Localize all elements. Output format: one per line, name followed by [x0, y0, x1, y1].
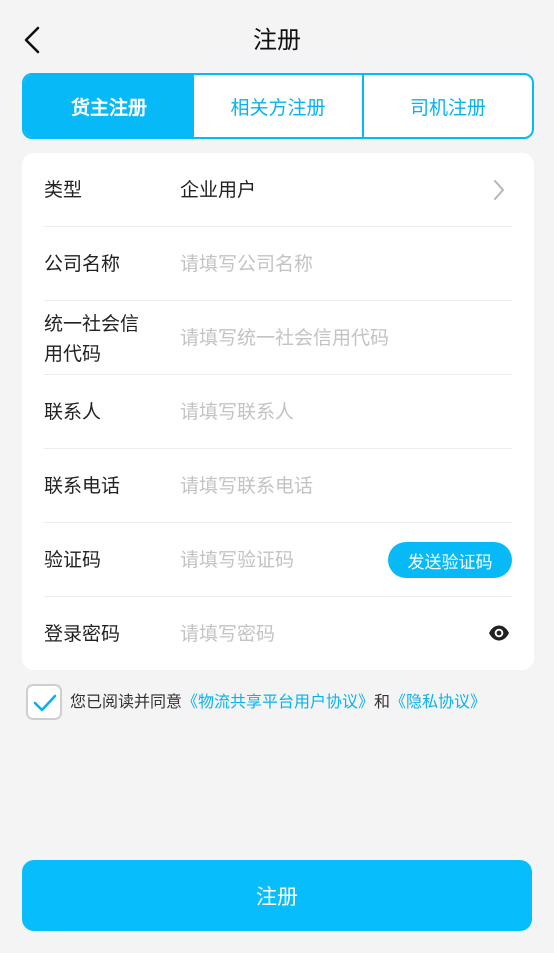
contact-label: 联系人 [44, 401, 102, 423]
contact-input[interactable] [180, 391, 450, 433]
chevron-right-icon [494, 180, 504, 200]
credit-code-input[interactable] [180, 317, 450, 359]
register-type-tabs: 货主注册 相关方注册 司机注册 [22, 73, 534, 139]
agreement-text: 您已阅读并同意《物流共享平台用户协议》和《隐私协议》 [70, 690, 486, 714]
password-input[interactable] [180, 613, 450, 655]
type-label: 类型 [44, 179, 83, 201]
contact-row: 联系人 [44, 375, 512, 449]
type-row[interactable]: 类型 企业用户 [44, 153, 512, 227]
register-page: 注册 货主注册 相关方注册 司机注册 类型 企业用户 公司名称 统一社会信用代码… [0, 0, 554, 953]
phone-input[interactable] [180, 465, 450, 507]
agreement-conj: 和 [374, 692, 391, 711]
credit-code-row: 统一社会信用代码 [44, 301, 512, 375]
code-row: 验证码 发送验证码 [44, 523, 512, 597]
password-label: 登录密码 [44, 623, 121, 645]
company-row: 公司名称 [44, 227, 512, 301]
tab-driver[interactable]: 司机注册 [364, 75, 532, 137]
header: 注册 [0, 0, 554, 78]
check-icon [33, 694, 57, 712]
send-code-button[interactable]: 发送验证码 [388, 542, 512, 578]
company-label: 公司名称 [44, 253, 121, 275]
agreement-prefix: 您已阅读并同意 [70, 692, 183, 711]
phone-row: 联系电话 [44, 449, 512, 523]
eye-icon[interactable] [488, 624, 510, 642]
agreement: 您已阅读并同意《物流共享平台用户协议》和《隐私协议》 [26, 684, 546, 722]
user-agreement-link[interactable]: 《物流共享平台用户协议》 [182, 692, 374, 711]
phone-label: 联系电话 [44, 475, 121, 497]
credit-code-label: 统一社会信用代码 [44, 313, 140, 365]
page-title: 注册 [253, 26, 301, 54]
tab-related-party[interactable]: 相关方注册 [194, 75, 364, 137]
register-form: 类型 企业用户 公司名称 统一社会信用代码 联系人 联系电话 验证码 发送验证码 [22, 153, 534, 670]
register-submit-button[interactable]: 注册 [22, 860, 532, 931]
type-value[interactable]: 企业用户 [180, 175, 256, 205]
tab-shipper[interactable]: 货主注册 [24, 75, 194, 137]
agreement-checkbox[interactable] [26, 684, 62, 720]
company-name-input[interactable] [180, 243, 450, 285]
code-label: 验证码 [44, 549, 102, 571]
privacy-agreement-link[interactable]: 《隐私协议》 [390, 692, 486, 711]
verification-code-input[interactable] [180, 539, 370, 581]
password-row: 登录密码 [44, 597, 512, 671]
